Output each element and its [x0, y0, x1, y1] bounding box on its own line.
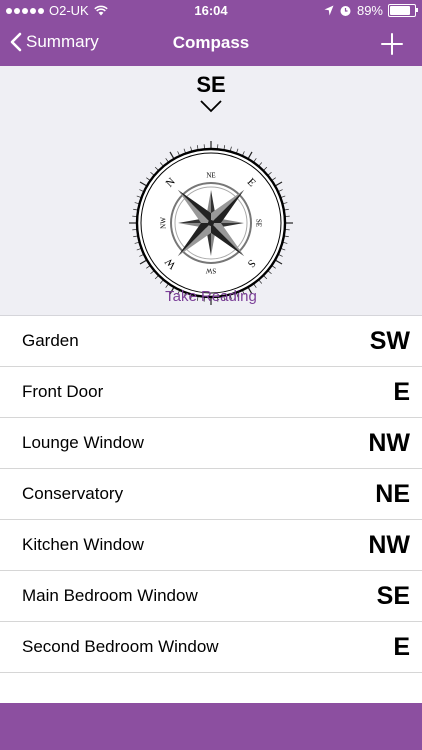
list-item[interactable]: Lounge Window NW	[0, 418, 422, 469]
navigation-bar: Summary Compass	[0, 22, 422, 66]
tick-mark	[274, 259, 283, 265]
status-right: 89%	[324, 3, 418, 18]
list-item[interactable]: Kitchen Window NW	[0, 520, 422, 571]
reading-location: Kitchen Window	[22, 535, 144, 554]
battery-icon	[388, 4, 418, 17]
reading-direction: SW	[369, 326, 410, 355]
current-heading: SE	[196, 72, 226, 97]
reading-direction: E	[393, 632, 410, 661]
tick-mark	[274, 181, 283, 187]
chevron-down-icon	[200, 100, 222, 113]
plus-icon[interactable]	[380, 28, 404, 58]
list-item[interactable]: Main Bedroom Window SE	[0, 571, 422, 622]
location-arrow-icon	[324, 5, 334, 16]
list-item-content: Main Bedroom Window SE	[22, 571, 410, 621]
page-title: Compass	[172, 33, 250, 52]
reading-location: Second Bedroom Window	[22, 637, 219, 656]
compass-panel: SE N NE E SE S SW W NW Take Reading	[0, 66, 422, 316]
list-item[interactable]: Front Door E	[0, 367, 422, 418]
dial-letter: NW	[160, 217, 168, 229]
dial-letter: SE	[255, 219, 263, 227]
list-item-content: Front Door E	[22, 367, 410, 417]
list-item-content: Lounge Window NW	[22, 418, 410, 468]
reading-location: Front Door	[22, 382, 104, 401]
list-item[interactable]: Garden SW	[0, 316, 422, 367]
reading-location: Garden	[22, 331, 79, 350]
reading-direction: NW	[368, 530, 410, 559]
bottom-bar	[0, 703, 422, 750]
list-item[interactable]: Second Bedroom Window E	[0, 622, 422, 673]
readings-list: Garden SW Front Door E Lounge Window NW Conser…	[0, 316, 422, 673]
list-item-content: Conservatory NE	[22, 469, 410, 519]
list-item-content: Kitchen Window NW	[22, 520, 410, 570]
reading-direction: NW	[368, 428, 410, 457]
compass-dial: NNEESESSWWNW	[129, 141, 293, 305]
reading-location: Lounge Window	[22, 433, 144, 452]
dial-letter: NE	[206, 172, 215, 180]
battery-fill	[390, 6, 410, 15]
take-reading-button[interactable]: Take Reading	[0, 288, 422, 305]
status-bar: O2-UK 16:04 89%	[0, 0, 422, 22]
list-item-content: Garden SW	[22, 316, 410, 366]
list-item[interactable]: Conservatory NE	[0, 469, 422, 520]
reading-location: Conservatory	[22, 484, 124, 503]
list-item-content: Second Bedroom Window E	[22, 622, 410, 672]
reading-location: Main Bedroom Window	[22, 586, 198, 605]
reading-direction: E	[393, 377, 410, 406]
dial-letter: SW	[205, 267, 216, 275]
reading-direction: NE	[375, 479, 410, 508]
reading-direction: SE	[376, 581, 410, 610]
alarm-clock-icon	[340, 6, 351, 16]
battery-percent: 89%	[356, 3, 383, 18]
